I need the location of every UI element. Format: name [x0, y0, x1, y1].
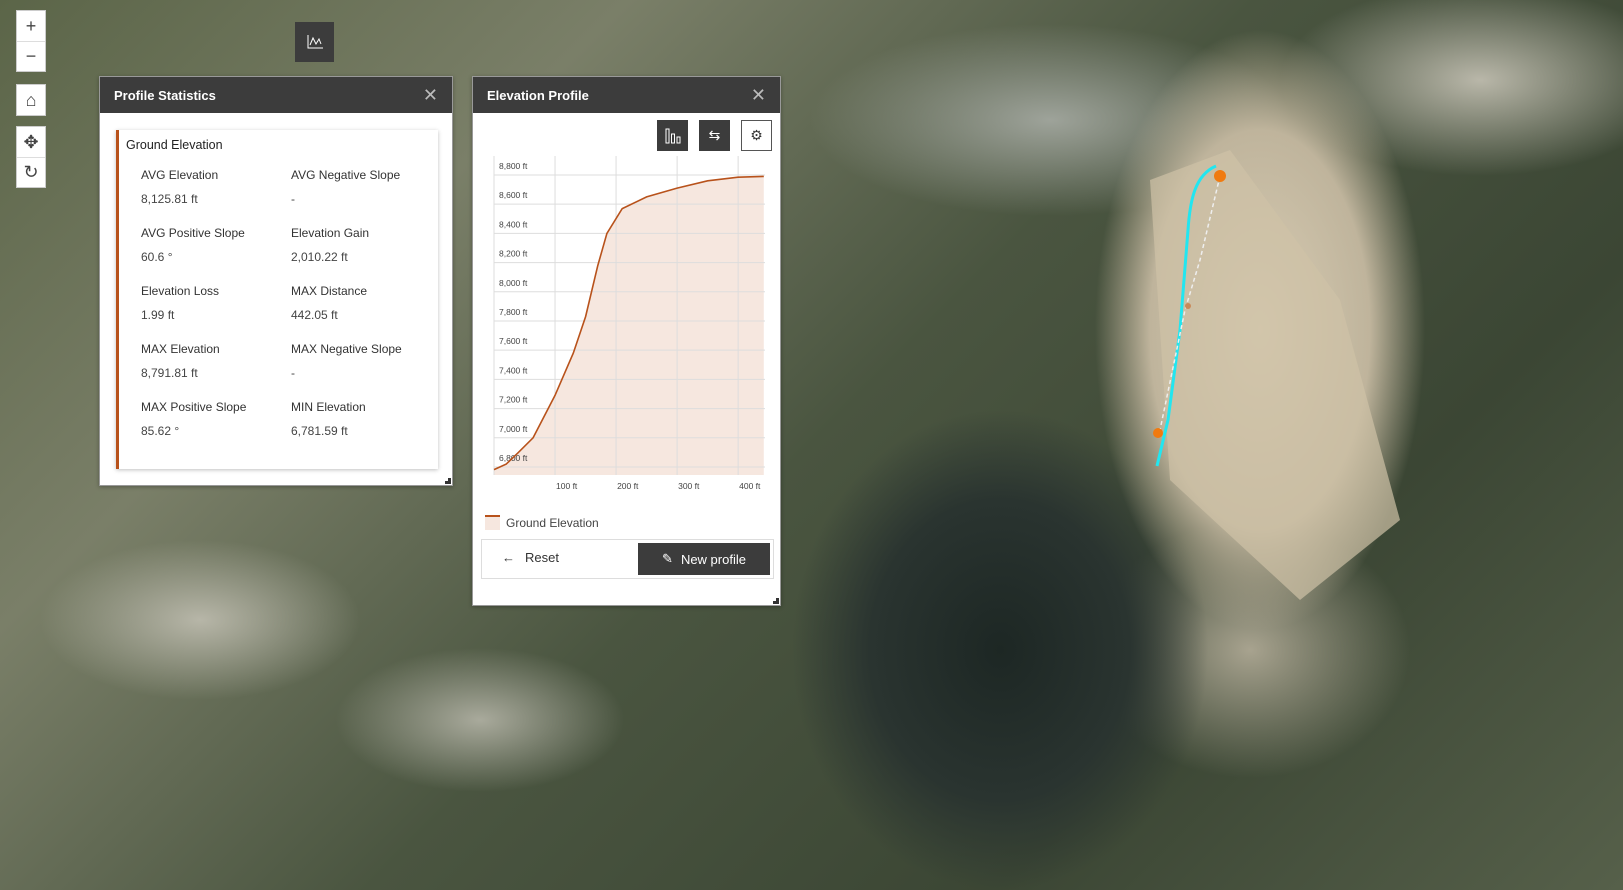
stat-label: AVG Elevation	[141, 168, 219, 182]
stat-item: MAX Elevation 8,791.81 ft	[141, 342, 220, 380]
close-icon[interactable]: ✕	[423, 85, 438, 106]
y-tick-label: 8,000 ft	[499, 278, 528, 288]
close-icon[interactable]: ✕	[751, 85, 766, 106]
legend-swatch	[485, 515, 500, 530]
elevation-chart[interactable]: 6,800 ft7,000 ft7,200 ft7,400 ft7,600 ft…	[473, 153, 782, 573]
stat-item: AVG Positive Slope 60.6 °	[141, 226, 245, 264]
gear-icon: ⚙	[750, 127, 763, 143]
stat-value: 8,791.81 ft	[141, 366, 198, 380]
y-tick-label: 7,000 ft	[499, 424, 528, 434]
stat-item: AVG Elevation 8,125.81 ft	[141, 168, 218, 206]
stat-value: 2,010.22 ft	[291, 250, 348, 264]
profile-statistics-panel: Profile Statistics ✕ Ground Elevation AVG…	[99, 76, 453, 486]
stat-value: 6,781.59 ft	[291, 424, 348, 438]
pencil-icon: ✎	[662, 551, 673, 566]
new-profile-label: New profile	[680, 551, 746, 567]
x-tick-label: 200 ft	[617, 481, 639, 491]
stat-value: 85.62 °	[141, 424, 180, 438]
home-control: ⌂	[16, 84, 46, 116]
x-tick-label: 100 ft	[556, 481, 578, 491]
stat-item: MAX Negative Slope -	[291, 342, 402, 380]
y-tick-label: 8,800 ft	[499, 161, 528, 171]
elevation-profile-widget-button[interactable]	[295, 22, 334, 62]
reset-label: Reset	[525, 550, 559, 565]
stat-label: MIN Elevation	[291, 400, 366, 414]
resize-handle[interactable]	[773, 598, 779, 604]
stat-label: MAX Negative Slope	[291, 342, 402, 356]
stat-item: MAX Positive Slope 85.62 °	[141, 400, 246, 438]
stat-value: -	[291, 192, 295, 206]
swap-arrows-icon: ⇆	[708, 127, 721, 143]
new-profile-button[interactable]: ✎ New profile	[638, 543, 770, 575]
ground-elevation-card: Ground Elevation AVG Elevation 8,125.81 f…	[116, 130, 438, 469]
zoom-out-button[interactable]: −	[17, 41, 45, 71]
stat-label: AVG Negative Slope	[291, 168, 401, 182]
resize-handle[interactable]	[445, 478, 451, 484]
stat-label: MAX Distance	[291, 284, 368, 298]
y-tick-label: 7,800 ft	[499, 307, 528, 317]
x-tick-label: 400 ft	[739, 481, 761, 491]
stat-item: Elevation Gain 2,010.22 ft	[291, 226, 369, 264]
pan-button[interactable]: ✥	[17, 127, 45, 157]
stat-value: -	[291, 366, 295, 380]
zoom-control: + −	[16, 10, 46, 72]
stat-item: Elevation Loss 1.99 ft	[141, 284, 219, 322]
line-chart-icon	[307, 35, 323, 49]
y-tick-label: 7,600 ft	[499, 336, 528, 346]
y-tick-label: 8,600 ft	[499, 190, 528, 200]
flip-profile-button[interactable]: ⇆	[699, 120, 730, 151]
chart-legend: Ground Elevation	[485, 515, 599, 530]
profile-hover-marker	[1185, 303, 1191, 309]
profile-end-marker	[1214, 170, 1226, 182]
legend-label: Ground Elevation	[506, 515, 599, 530]
stat-value: 60.6 °	[141, 250, 173, 264]
y-tick-label: 8,400 ft	[499, 219, 528, 229]
stat-value: 1.99 ft	[141, 308, 175, 322]
profile-start-marker	[1153, 428, 1163, 438]
stat-label: Elevation Gain	[291, 226, 370, 240]
reset-button[interactable]: ← Reset	[502, 550, 559, 565]
elevation-profile-panel: Elevation Profile ✕ ⇆ ⚙ 6,800 ft 7,000 ft 7…	[472, 76, 781, 606]
action-bar: ← Reset ✎ New profile	[481, 539, 774, 579]
stat-item: MAX Distance 442.05 ft	[291, 284, 367, 322]
zoom-in-button[interactable]: +	[17, 11, 45, 41]
arrow-left-icon: ←	[502, 550, 515, 565]
y-tick-label: 8,200 ft	[499, 249, 528, 259]
chart-type-button[interactable]	[657, 120, 688, 151]
stat-item: MIN Elevation 6,781.59 ft	[291, 400, 366, 438]
panel-title: Profile Statistics	[114, 87, 216, 103]
half-dome-face	[1150, 150, 1400, 600]
navigation-toggle: ✥ ↻	[16, 126, 46, 188]
settings-button[interactable]: ⚙	[741, 120, 772, 151]
stat-value: 442.05 ft	[291, 308, 338, 322]
stat-item: AVG Negative Slope -	[291, 168, 400, 206]
panel-title: Elevation Profile	[487, 87, 589, 103]
stat-value: 8,125.81 ft	[141, 192, 198, 206]
y-tick-label: 7,400 ft	[499, 365, 528, 375]
card-title: Ground Elevation	[126, 138, 223, 152]
stat-label: AVG Positive Slope	[141, 226, 245, 240]
home-button[interactable]: ⌂	[17, 85, 45, 115]
x-tick-label: 300 ft	[678, 481, 700, 491]
area-fill	[494, 176, 764, 475]
y-tick-label: 7,200 ft	[499, 395, 528, 405]
bar-chart-icon	[665, 128, 680, 143]
stat-label: MAX Elevation	[141, 342, 220, 356]
rotate-button[interactable]: ↻	[17, 157, 45, 187]
stat-label: Elevation Loss	[141, 284, 220, 298]
stat-label: MAX Positive Slope	[141, 400, 247, 414]
